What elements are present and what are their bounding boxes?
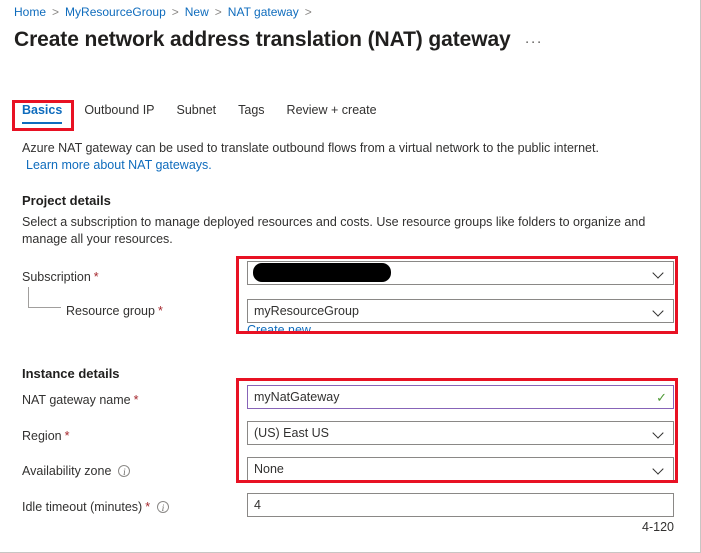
tab-basics[interactable]: Basics — [22, 102, 62, 124]
breadcrumb-separator-icon: > — [52, 2, 59, 22]
idle-timeout-label: Idle timeout (minutes)* — [22, 499, 169, 515]
chevron-down-icon — [653, 427, 665, 439]
chevron-down-icon — [653, 267, 665, 279]
create-new-resource-group-link[interactable]: Create new — [247, 322, 311, 338]
availability-zone-value: None — [254, 462, 653, 476]
info-icon[interactable] — [118, 465, 130, 477]
availability-zone-select[interactable]: None — [247, 457, 674, 481]
resource-group-label-text: Resource group — [66, 303, 155, 319]
breadcrumb-separator-icon: > — [215, 2, 222, 22]
project-details-heading: Project details — [22, 193, 111, 208]
nat-gateway-name-label-text: NAT gateway name — [22, 392, 131, 408]
breadcrumb: Home > MyResourceGroup > New > NAT gatew… — [14, 2, 318, 22]
page-title: Create network address translation (NAT)… — [14, 26, 511, 54]
intro-text-block: Azure NAT gateway can be used to transla… — [22, 140, 662, 174]
idle-timeout-value: 4 — [254, 498, 667, 512]
instance-details-heading: Instance details — [22, 366, 120, 381]
idle-timeout-range-hint: 4-120 — [642, 519, 674, 535]
breadcrumb-item-myresourcegroup[interactable]: MyResourceGroup — [65, 2, 166, 22]
breadcrumb-separator-icon: > — [305, 2, 312, 22]
idle-timeout-input[interactable]: 4 — [247, 493, 674, 517]
breadcrumb-item-new[interactable]: New — [185, 2, 209, 22]
chevron-down-icon — [653, 305, 665, 317]
more-options-icon[interactable]: ··· — [525, 35, 543, 49]
valid-check-icon: ✓ — [653, 391, 667, 404]
nat-gateway-name-value: myNatGateway — [254, 390, 653, 404]
availability-zone-label-text: Availability zone — [22, 463, 111, 479]
nat-gateway-name-required-asterisk: * — [134, 392, 139, 408]
region-required-asterisk: * — [65, 428, 70, 444]
chevron-down-icon — [653, 463, 665, 475]
intro-text: Azure NAT gateway can be used to transla… — [22, 141, 599, 155]
region-label: Region* — [22, 428, 70, 444]
subscription-label-text: Subscription — [22, 269, 91, 285]
tab-outbound-ip[interactable]: Outbound IP — [84, 102, 154, 124]
availability-zone-label: Availability zone — [22, 463, 130, 479]
page-title-row: Create network address translation (NAT)… — [14, 26, 543, 54]
region-value: (US) East US — [254, 426, 653, 440]
subscription-required-asterisk: * — [94, 269, 99, 285]
resource-group-tree-connector — [28, 287, 61, 308]
breadcrumb-item-nat-gateway[interactable]: NAT gateway — [228, 2, 299, 22]
breadcrumb-item-home[interactable]: Home — [14, 2, 46, 22]
learn-more-link[interactable]: Learn more about NAT gateways. — [26, 157, 212, 174]
project-details-description: Select a subscription to manage deployed… — [22, 214, 677, 248]
resource-group-value: myResourceGroup — [254, 304, 653, 318]
nat-gateway-name-input[interactable]: myNatGateway ✓ — [247, 385, 674, 409]
tab-review-create[interactable]: Review + create — [287, 102, 377, 124]
tab-bar: Basics Outbound IP Subnet Tags Review + … — [22, 102, 399, 128]
region-select[interactable]: (US) East US — [247, 421, 674, 445]
resource-group-required-asterisk: * — [158, 303, 163, 319]
tab-tags[interactable]: Tags — [238, 102, 264, 124]
info-icon[interactable] — [157, 501, 169, 513]
create-nat-gateway-page: Home > MyResourceGroup > New > NAT gatew… — [0, 0, 701, 553]
resource-group-select[interactable]: myResourceGroup — [247, 299, 674, 323]
region-label-text: Region — [22, 428, 62, 444]
subscription-label: Subscription* — [22, 269, 99, 285]
tab-subnet[interactable]: Subnet — [177, 102, 217, 124]
idle-timeout-required-asterisk: * — [145, 499, 150, 515]
subscription-redaction-bar — [253, 263, 391, 282]
idle-timeout-label-text: Idle timeout (minutes) — [22, 499, 142, 515]
resource-group-label: Resource group* — [66, 303, 163, 319]
nat-gateway-name-label: NAT gateway name* — [22, 392, 139, 408]
breadcrumb-separator-icon: > — [172, 2, 179, 22]
